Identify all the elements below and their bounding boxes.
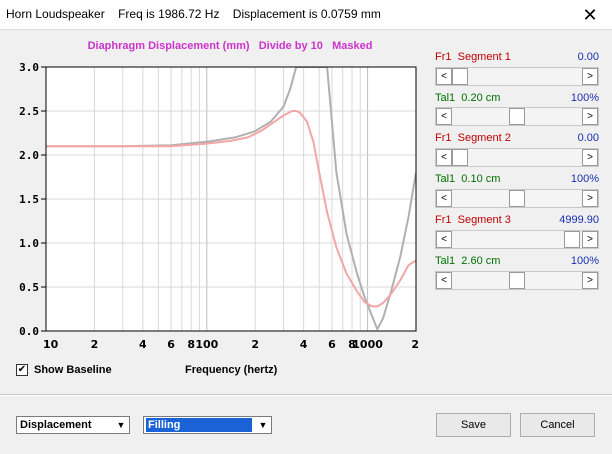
x-tick-label: 2 [91, 338, 99, 351]
y-tick-label: 3.0 [19, 61, 39, 74]
x-tick-label: 6 [167, 338, 175, 351]
close-icon: ✕ [582, 4, 598, 25]
x-axis-label: Frequency (hertz) [185, 364, 278, 376]
show-baseline-checkbox[interactable]: ✔ Show Baseline [16, 364, 112, 376]
taper-2-label: Tal1 0.10 cm [435, 173, 501, 185]
taper-3-thumb[interactable] [509, 272, 525, 289]
taper-2-row: Tal1 0.10 cm 100% [435, 173, 599, 187]
window-title: Horn Loudspeaker Freq is 1986.72 Hz Disp… [6, 7, 381, 21]
mode-select-value: Displacement [20, 419, 92, 431]
displacement-chart: 0.00.51.01.52.02.53.010 2 4 6 8 100 2 4 6 81000 2 [19, 61, 419, 351]
save-button[interactable]: Save [436, 413, 511, 437]
segment-1-value: 0.00 [577, 51, 599, 63]
segment-1-row: Fr1 Segment 1 0.00 [435, 51, 599, 65]
taper-3-value: 100% [570, 255, 599, 267]
taper-1-scrollbar[interactable]: < > [435, 107, 599, 126]
segment-3-thumb[interactable] [563, 231, 580, 248]
chevron-down-icon[interactable]: ▼ [256, 418, 270, 432]
segment-2-thumb[interactable] [452, 149, 468, 166]
chevron-down-icon[interactable]: ▼ [114, 418, 128, 432]
taper-2-thumb[interactable] [509, 190, 525, 207]
title-bar: Horn Loudspeaker Freq is 1986.72 Hz Disp… [0, 0, 612, 30]
segment-1-thumb[interactable] [452, 68, 468, 85]
mode-select[interactable]: Displacement ▼ [16, 416, 130, 434]
taper-1-value: 100% [570, 92, 599, 104]
taper-2-scrollbar[interactable]: < > [435, 189, 599, 208]
segment-2-label: Fr1 Segment 2 [435, 132, 511, 144]
segment-3-value: 4999.90 [559, 214, 599, 226]
y-tick-label: 0.5 [19, 281, 39, 294]
taper-3-label: Tal1 2.60 cm [435, 255, 501, 267]
cancel-button[interactable]: Cancel [520, 413, 595, 437]
taper-1-thumb[interactable] [509, 108, 525, 125]
segment-1-right-arrow[interactable]: > [582, 68, 598, 85]
segment-2-row: Fr1 Segment 2 0.00 [435, 132, 599, 146]
x-tick-label: 4 [300, 338, 308, 351]
segment-2-value: 0.00 [577, 132, 599, 144]
x-tick-label: 2 [411, 338, 419, 351]
segment-1-label: Fr1 Segment 1 [435, 51, 511, 63]
segment-3-left-arrow[interactable]: < [436, 231, 452, 248]
segment-3-scrollbar[interactable]: < > [435, 230, 599, 249]
taper-3-scrollbar[interactable]: < > [435, 271, 599, 290]
y-tick-label: 2.5 [19, 105, 39, 118]
show-baseline-label: Show Baseline [34, 364, 112, 376]
taper-2-right-arrow[interactable]: > [582, 190, 598, 207]
x-tick-label: 6 [328, 338, 336, 351]
taper-3-right-arrow[interactable]: > [582, 272, 598, 289]
taper-3-row: Tal1 2.60 cm 100% [435, 255, 599, 269]
fill-select-value: Filling [146, 418, 252, 432]
segment-1-left-arrow[interactable]: < [436, 68, 452, 85]
separator [0, 394, 612, 396]
segment-2-left-arrow[interactable]: < [436, 149, 452, 166]
x-tick-label: 4 [139, 338, 147, 351]
x-tick-label: 100 [195, 338, 218, 351]
segment-2-scrollbar[interactable]: < > [435, 148, 599, 167]
taper-1-row: Tal1 0.20 cm 100% [435, 92, 599, 106]
segment-1-scrollbar[interactable]: < > [435, 67, 599, 86]
segment-2-right-arrow[interactable]: > [582, 149, 598, 166]
y-tick-label: 1.5 [19, 193, 39, 206]
taper-2-left-arrow[interactable]: < [436, 190, 452, 207]
taper-1-left-arrow[interactable]: < [436, 108, 452, 125]
x-tick-label: 1000 [352, 338, 383, 351]
checkmark-icon: ✔ [16, 364, 28, 376]
x-tick-label: 8 [187, 338, 195, 351]
y-tick-label: 0.0 [19, 325, 39, 338]
segment-3-right-arrow[interactable]: > [582, 231, 598, 248]
taper-2-value: 100% [570, 173, 599, 185]
x-tick-label: 2 [251, 338, 259, 351]
segment-3-row: Fr1 Segment 3 4999.90 [435, 214, 599, 228]
close-button[interactable]: ✕ [568, 0, 612, 30]
segment-3-label: Fr1 Segment 3 [435, 214, 511, 226]
fill-select[interactable]: Filling ▼ [143, 416, 272, 434]
y-tick-label: 2.0 [19, 149, 39, 162]
y-tick-label: 1.0 [19, 237, 39, 250]
taper-1-right-arrow[interactable]: > [582, 108, 598, 125]
taper-3-left-arrow[interactable]: < [436, 272, 452, 289]
plot-title: Diaphragm Displacement (mm) Divide by 10… [87, 40, 373, 52]
taper-1-label: Tal1 0.20 cm [435, 92, 501, 104]
x-tick-label: 10 [43, 338, 59, 351]
